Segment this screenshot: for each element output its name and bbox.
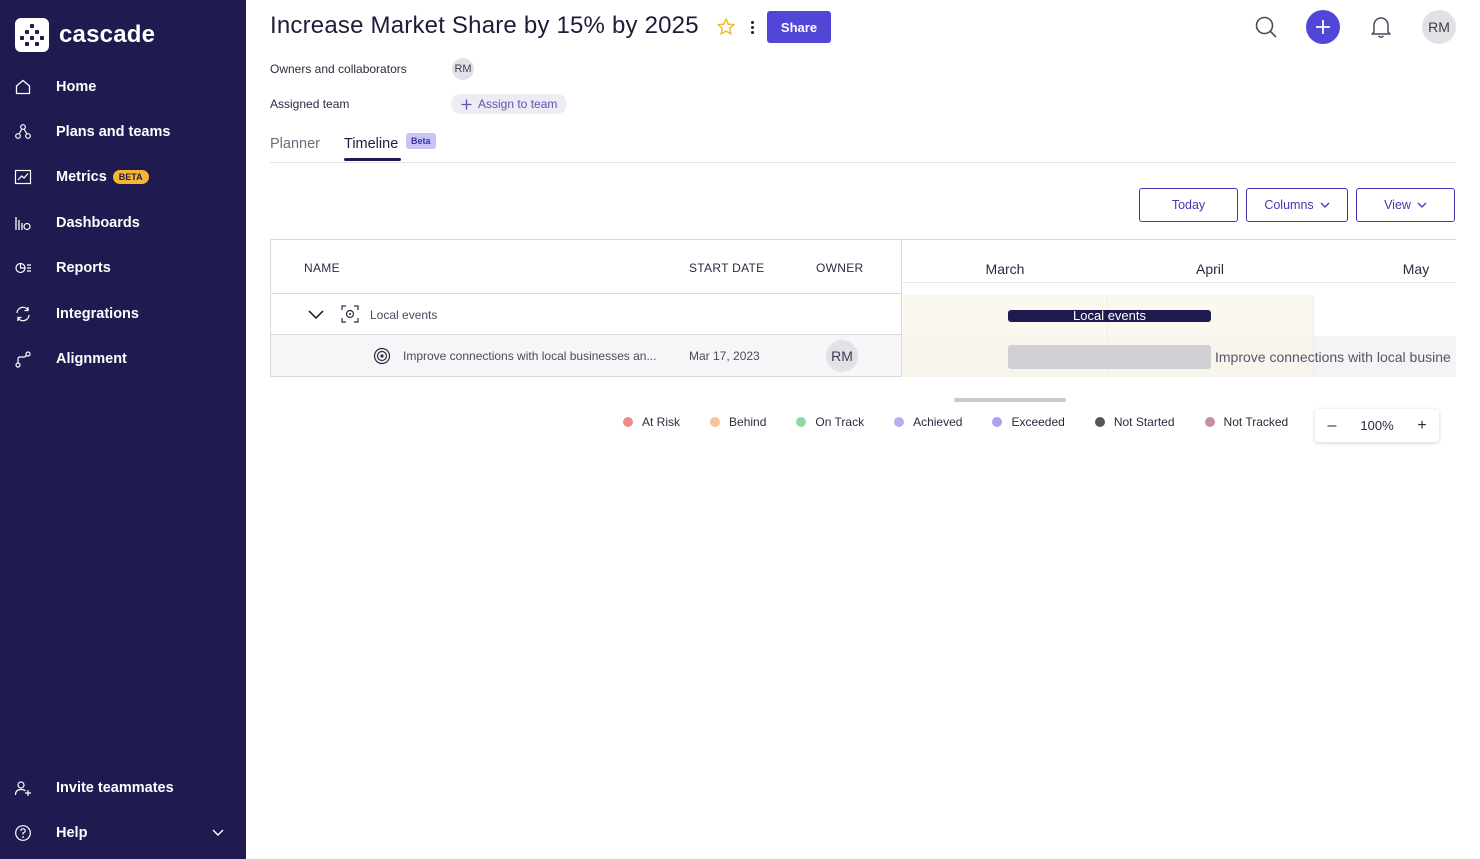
horizontal-scrollbar[interactable] [954, 398, 1066, 402]
row-start-date[interactable]: Mar 17, 2023 [689, 349, 760, 363]
search-icon[interactable] [1249, 10, 1283, 44]
achieved-dot-icon [894, 417, 905, 427]
help-icon [14, 824, 32, 842]
columns-label: Columns [1264, 198, 1314, 212]
sidebar-item-reports[interactable]: Reports [0, 248, 246, 288]
row-name[interactable]: Improve connections with local businesse… [403, 349, 656, 363]
assigned-team-label: Assigned team [270, 97, 350, 111]
legend-item-at-risk: At Risk [623, 415, 680, 429]
row-owner-avatar[interactable]: RM [826, 340, 858, 372]
column-header-start-date[interactable]: START DATE [689, 261, 764, 275]
add-icon[interactable] [1306, 10, 1340, 44]
item-timeline-bar[interactable] [1008, 345, 1211, 369]
legend-item-behind: Behind [710, 415, 766, 429]
zoom-level: 100% [1360, 418, 1394, 433]
bell-icon[interactable] [1364, 10, 1398, 44]
status-legend: At Risk Behind On Track Achieved Exceede… [623, 414, 1288, 430]
sidebar-item-integrations[interactable]: Integrations [0, 294, 246, 334]
month-label: May [1402, 261, 1430, 277]
assign-to-team-button[interactable]: Assign to team [451, 94, 568, 114]
month-label: March [985, 261, 1025, 277]
legend-item-exceeded: Exceeded [992, 415, 1065, 429]
sidebar-item-metrics[interactable]: Metrics BETA [0, 157, 246, 197]
sidebar-item-home[interactable]: Home [0, 67, 246, 107]
collapse-chevron-icon[interactable] [308, 307, 324, 325]
invite-icon [14, 779, 32, 797]
assign-to-team-label: Assign to team [478, 97, 558, 111]
sidebar-item-plans-and-teams[interactable]: Plans and teams [0, 112, 246, 152]
row-name[interactable]: Local events [370, 308, 437, 322]
app-logo[interactable]: cascade [15, 18, 155, 52]
timeline-panel: March April May Local events Improve con… [902, 239, 1456, 377]
share-button[interactable]: Share [767, 11, 831, 43]
beta-badge: BETA [112, 170, 149, 184]
sidebar-item-help[interactable]: Help [0, 813, 246, 853]
sidebar: cascade Home Plans and teams Metrics BETA… [0, 0, 246, 859]
item-timeline-label: Improve connections with local busine [1215, 349, 1451, 365]
at-risk-dot-icon [623, 417, 633, 427]
active-tab-indicator [344, 158, 401, 161]
alignment-icon [14, 350, 32, 368]
sidebar-item-alignment[interactable]: Alignment [0, 339, 246, 379]
owner-avatar[interactable]: RM [452, 58, 474, 80]
on-track-dot-icon [796, 417, 807, 427]
plans-icon [14, 123, 32, 141]
star-icon[interactable] [716, 17, 736, 42]
metrics-icon [14, 168, 32, 186]
not-started-dot-icon [1094, 417, 1105, 427]
column-header-owner[interactable]: OWNER [816, 261, 864, 275]
beta-badge: Beta [406, 133, 436, 149]
chevron-down-icon [1417, 202, 1427, 208]
view-button[interactable]: View [1356, 188, 1455, 222]
table-row[interactable]: Improve connections with local businesse… [271, 335, 901, 376]
integrations-icon [14, 305, 32, 323]
not-tracked-dot-icon [1204, 417, 1215, 427]
columns-button[interactable]: Columns [1246, 188, 1348, 222]
month-label: April [1195, 261, 1225, 277]
plus-icon [461, 99, 472, 109]
legend-item-achieved: Achieved [894, 415, 962, 429]
user-avatar[interactable]: RM [1422, 10, 1456, 44]
owners-label: Owners and collaborators [270, 62, 407, 76]
chevron-down-icon[interactable] [212, 824, 224, 842]
tab-timeline[interactable]: Timeline [344, 136, 398, 152]
view-label: View [1384, 198, 1411, 212]
tabs-divider [270, 162, 1456, 163]
zoom-in-button[interactable]: + [1415, 417, 1429, 435]
legend-item-not-tracked: Not Tracked [1204, 415, 1288, 429]
group-timeline-bar[interactable]: Local events [1008, 309, 1211, 322]
more-options-icon[interactable] [746, 17, 758, 37]
sidebar-item-label: Metrics [56, 169, 107, 185]
legend-item-on-track: On Track [796, 415, 864, 429]
tab-planner[interactable]: Planner [270, 136, 320, 152]
zoom-control: – 100% + [1315, 409, 1439, 442]
chevron-down-icon [1320, 202, 1330, 208]
objective-target-icon [373, 347, 391, 370]
column-header-name[interactable]: NAME [304, 261, 340, 275]
page-title: Increase Market Share by 15% by 2025 [270, 12, 699, 39]
zoom-out-button[interactable]: – [1325, 417, 1339, 435]
table-row[interactable]: Local events [271, 294, 901, 335]
behind-dot-icon [710, 417, 721, 427]
focus-area-icon [341, 305, 359, 328]
dashboards-icon [14, 214, 32, 232]
reports-icon [14, 259, 32, 277]
cascade-logo-icon [15, 18, 49, 52]
exceeded-dot-icon [992, 417, 1003, 427]
items-table: NAME START DATE OWNER Local events Impro… [270, 239, 902, 377]
sidebar-item-invite-teammates[interactable]: Invite teammates [0, 768, 246, 808]
timeline-header: March April May [902, 240, 1456, 283]
today-button[interactable]: Today [1139, 188, 1238, 222]
home-icon [14, 78, 32, 96]
legend-item-not-started: Not Started [1094, 415, 1175, 429]
today-label: Today [1171, 198, 1206, 212]
sidebar-item-dashboards[interactable]: Dashboards [0, 203, 246, 243]
table-header: NAME START DATE OWNER [271, 240, 901, 294]
app-name: cascade [59, 21, 156, 48]
